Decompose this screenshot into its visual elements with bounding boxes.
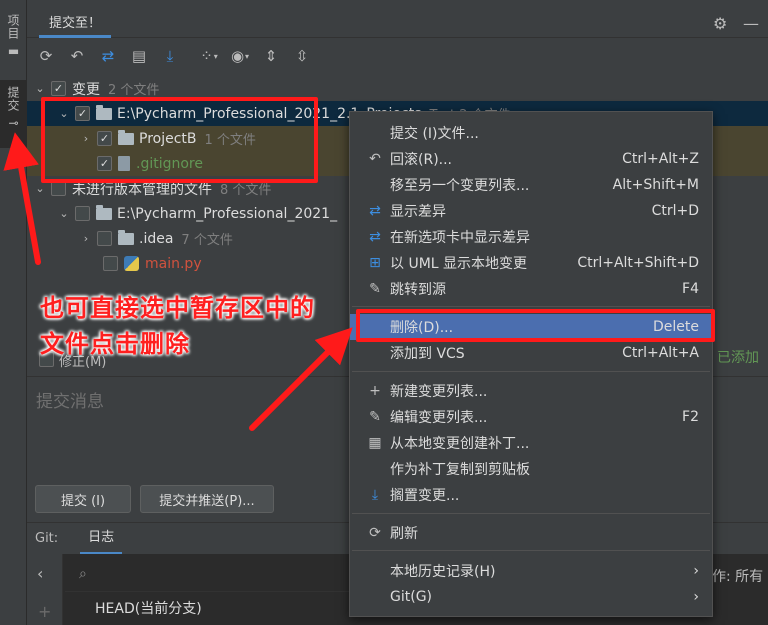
- arrow-to-commit-tab: [3, 132, 41, 265]
- annotation-arrows: [3, 132, 353, 431]
- arrow-to-delete-item: [249, 327, 353, 431]
